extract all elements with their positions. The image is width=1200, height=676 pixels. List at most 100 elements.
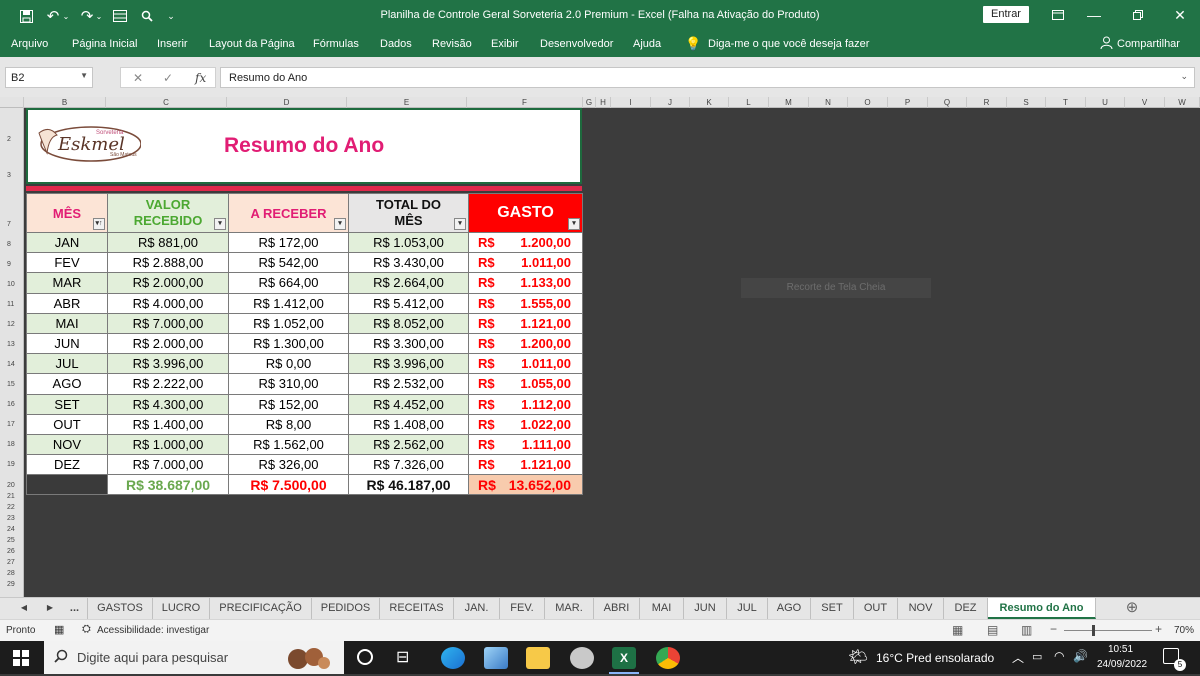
tab-jan[interactable]: JAN.	[454, 598, 500, 619]
row-header[interactable]: 16	[0, 401, 23, 408]
cell-mes[interactable]: NOV	[26, 433, 108, 456]
row-header[interactable]: 24	[0, 526, 23, 533]
header-mes[interactable]: MÊS ▾↑	[26, 193, 108, 233]
cell-mes[interactable]: ABR	[26, 292, 108, 314]
cell-gasto[interactable]: R$ 1.555,00	[468, 292, 583, 314]
page-layout-icon[interactable]: ▤	[987, 623, 998, 637]
zoom-slider-track[interactable]	[1064, 630, 1152, 631]
cell-a-receber[interactable]: R$ 310,00	[228, 373, 349, 395]
cell-valor[interactable]: R$ 1.400,00	[107, 413, 229, 435]
cell-a-receber[interactable]: R$ 0,00	[228, 353, 349, 375]
accessibility-icon[interactable]: ⛭	[82, 623, 91, 636]
column-header[interactable]: H	[596, 97, 611, 108]
restore-icon[interactable]	[1118, 4, 1158, 26]
confirm-icon[interactable]: ✓	[163, 71, 173, 85]
menu-layout[interactable]: Layout da Página	[209, 38, 295, 50]
cell-gasto[interactable]: R$ 1.055,00	[468, 373, 583, 395]
cell-gasto[interactable]: R$ 1.112,00	[468, 393, 583, 415]
cell-a-receber[interactable]: R$ 664,00	[228, 272, 349, 294]
column-header[interactable]: T	[1046, 97, 1086, 108]
column-header[interactable]: R	[967, 97, 1007, 108]
column-header[interactable]: J	[651, 97, 690, 108]
header-a-receber[interactable]: A RECEBER ▾	[228, 193, 349, 233]
row-header[interactable]: 20	[0, 482, 23, 489]
cell-valor[interactable]: R$ 881,00	[107, 231, 229, 254]
row-header[interactable]: 27	[0, 559, 23, 566]
menu-formulas[interactable]: Fórmulas	[313, 38, 359, 50]
row-header[interactable]: 21	[0, 493, 23, 500]
cell-a-receber[interactable]: R$ 1.562,00	[228, 433, 349, 456]
cell-valor[interactable]: R$ 2.888,00	[107, 252, 229, 274]
column-header[interactable]: E	[347, 97, 467, 108]
zoom-slider-handle[interactable]	[1092, 625, 1095, 636]
app-icon-2[interactable]	[570, 647, 594, 669]
tab-ago[interactable]: AGO	[768, 598, 811, 619]
minimize-icon[interactable]: —	[1074, 4, 1114, 26]
row-header[interactable]: 12	[0, 321, 23, 328]
tab-dez[interactable]: DEZ	[944, 598, 988, 619]
header-gasto[interactable]: GASTO ▾	[468, 193, 583, 233]
row-header[interactable]: 26	[0, 548, 23, 555]
taskbar-search[interactable]: Digite aqui para pesquisar	[44, 641, 344, 674]
cell-gasto[interactable]: R$ 1.121,00	[468, 312, 583, 334]
column-header[interactable]: D	[227, 97, 347, 108]
chevron-down-icon[interactable]: ▼	[80, 71, 88, 80]
tab-scroll-right-icon[interactable]: ▶	[42, 598, 58, 619]
customize-toolbar-icon[interactable]: ⌄	[164, 6, 178, 26]
zoom-search-icon[interactable]	[138, 6, 156, 26]
cell-mes[interactable]: OUT	[26, 413, 108, 435]
tab-more[interactable]: ...	[62, 598, 88, 619]
close-icon[interactable]: ✕	[1160, 4, 1200, 26]
chrome-icon[interactable]	[656, 647, 680, 669]
row-header[interactable]: 22	[0, 504, 23, 511]
cell-a-receber[interactable]: R$ 1.052,00	[228, 312, 349, 334]
cell-valor[interactable]: R$ 7.000,00	[107, 312, 229, 334]
header-total-mes[interactable]: TOTAL DO MÊS ▾	[348, 193, 469, 233]
tab-receitas[interactable]: RECEITAS	[380, 598, 454, 619]
tab-gastos[interactable]: GASTOS	[88, 598, 153, 619]
cell-gasto[interactable]: R$ 1.133,00	[468, 272, 583, 294]
cell-total[interactable]: R$ 3.430,00	[348, 252, 469, 274]
cell-empty[interactable]	[26, 474, 108, 496]
cell-a-receber[interactable]: R$ 172,00	[228, 231, 349, 254]
windows-start-icon[interactable]	[13, 650, 29, 671]
cell-a-receber[interactable]: R$ 326,00	[228, 454, 349, 476]
page-break-icon[interactable]: ▥	[1021, 623, 1032, 637]
expand-formula-icon[interactable]: ⌄	[1180, 71, 1188, 82]
menu-ajuda[interactable]: Ajuda	[633, 38, 661, 50]
share-button[interactable]: Compartilhar	[1117, 38, 1180, 50]
tab-out[interactable]: OUT	[854, 598, 898, 619]
cell-gasto[interactable]: R$ 1.121,00	[468, 454, 583, 476]
cell-a-receber[interactable]: R$ 542,00	[228, 252, 349, 274]
column-header[interactable]: B	[24, 97, 106, 108]
cell-gasto[interactable]: R$ 1.011,00	[468, 252, 583, 274]
row-header[interactable]: 15	[0, 381, 23, 388]
column-header[interactable]: U	[1086, 97, 1125, 108]
tab-scroll-left-icon[interactable]: ◀	[16, 598, 32, 619]
battery-icon[interactable]: ▭	[1032, 650, 1042, 663]
menu-exibir[interactable]: Exibir	[491, 38, 519, 50]
add-sheet-icon[interactable]: ⊕	[1120, 598, 1144, 619]
form-icon[interactable]	[110, 6, 130, 26]
column-header[interactable]: W	[1165, 97, 1200, 108]
column-header[interactable]: P	[888, 97, 928, 108]
volume-icon[interactable]: 🔊	[1073, 649, 1088, 663]
column-header[interactable]: L	[729, 97, 769, 108]
excel-icon[interactable]: X	[612, 647, 636, 669]
accessibility-status[interactable]: Acessibilidade: investigar	[97, 625, 209, 636]
tab-nov[interactable]: NOV	[898, 598, 944, 619]
edge-icon[interactable]	[441, 647, 465, 669]
tab-fev[interactable]: FEV.	[500, 598, 545, 619]
cell-gasto[interactable]: R$ 1.200,00	[468, 332, 583, 355]
cell-valor[interactable]: R$ 4.000,00	[107, 292, 229, 314]
zoom-out-icon[interactable]: −	[1050, 622, 1057, 636]
sort-filter-icon[interactable]: ▾↑	[93, 218, 105, 230]
menu-arquivo[interactable]: Arquivo	[11, 38, 48, 50]
row-header[interactable]: 19	[0, 461, 23, 468]
column-header[interactable]: G	[583, 97, 596, 108]
cell-total[interactable]: R$ 1.053,00	[348, 231, 469, 254]
macro-icon[interactable]: ▦	[54, 623, 64, 636]
menu-inserir[interactable]: Inserir	[157, 38, 188, 50]
undo-dropdown-icon[interactable]: ⌄	[62, 6, 70, 26]
row-header[interactable]: 18	[0, 441, 23, 448]
